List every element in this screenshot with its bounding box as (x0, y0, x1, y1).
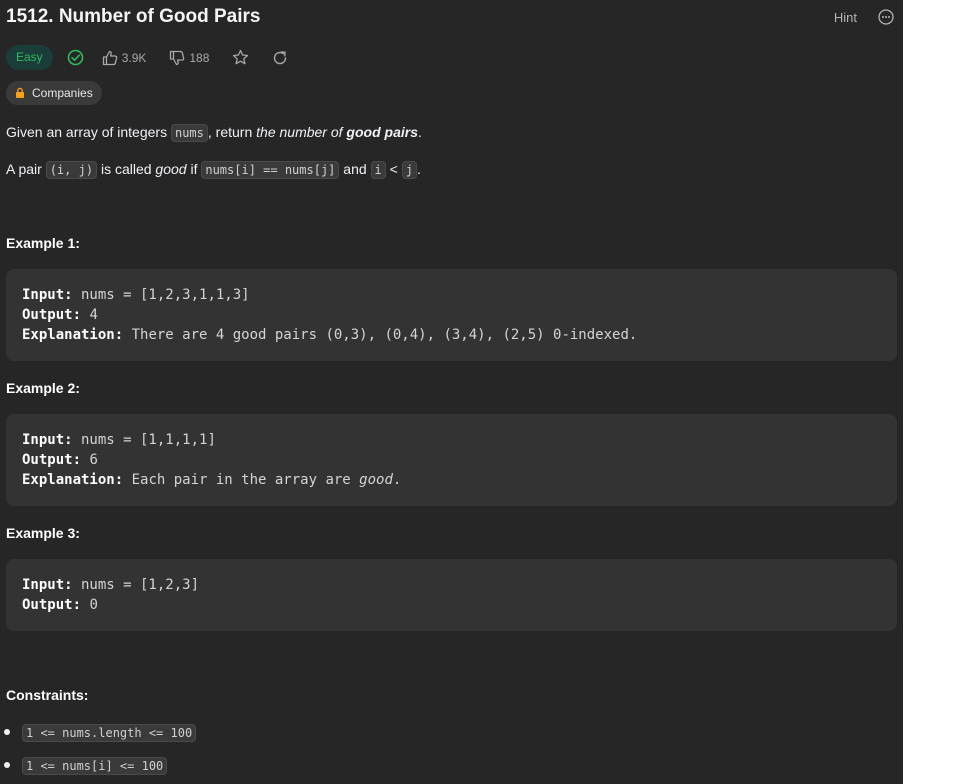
output-label: Output: (22, 452, 82, 468)
dislike-button[interactable]: 188 (169, 50, 209, 66)
inline-code: i (370, 161, 386, 179)
example-2-input: Input: nums = [1,1,1,1] (22, 432, 216, 448)
inline-code: nums[i] == nums[j] (201, 161, 340, 179)
hint-button[interactable]: Hint (834, 10, 857, 25)
output-value: 0 (81, 597, 98, 613)
example-1-input: Input: nums = [1,2,3,1,1,3] (22, 287, 250, 303)
dislikes-count: 188 (189, 50, 210, 65)
constraint-item: 1 <= nums.length <= 100 (22, 724, 197, 742)
explanation-emphasis: good (359, 472, 393, 488)
inline-code: nums (170, 124, 208, 142)
like-button[interactable]: 3.9K (102, 50, 147, 66)
input-label: Input: (22, 287, 73, 303)
description-line-1: Given an array of integers nums, return … (6, 124, 422, 142)
example-2-box: Input: nums = [1,1,1,1] Output: 6 Explan… (6, 414, 897, 506)
problem-description-panel: 1512. Number of Good Pairs Hint Easy 3.9… (0, 0, 903, 784)
output-label: Output: (22, 597, 82, 613)
description-text: . (417, 124, 422, 140)
constraint-item: 1 <= nums[i] <= 100 (22, 757, 168, 775)
constraint-code: 1 <= nums.length <= 100 (22, 724, 197, 742)
constraints-heading: Constraints: (6, 687, 89, 703)
example-2-output: Output: 6 (22, 452, 98, 468)
share-icon[interactable] (272, 50, 288, 66)
solved-check-icon (67, 49, 84, 66)
star-icon[interactable] (232, 49, 249, 66)
lock-icon (14, 87, 26, 99)
description-text: < (385, 161, 402, 177)
description-emphasis: the number of (256, 124, 347, 140)
problem-meta-bar: Easy 3.9K 188 (6, 45, 288, 70)
companies-label: Companies (32, 86, 93, 100)
explanation-end: . (392, 472, 402, 488)
example-2-explanation: Explanation: Each pair in the array are … (22, 472, 401, 488)
more-options-icon[interactable] (878, 9, 894, 25)
description-text: , return (207, 124, 257, 140)
example-3-heading: Example 3: (6, 525, 80, 541)
likes-count: 3.9K (121, 50, 147, 65)
description-text: if (186, 161, 202, 177)
difficulty-badge: Easy (6, 45, 53, 70)
explanation-value: There are 4 good pairs (0,3), (0,4), (3,… (123, 327, 638, 343)
explanation-label: Explanation: (22, 327, 124, 343)
example-1-heading: Example 1: (6, 235, 80, 251)
example-3-input: Input: nums = [1,2,3] (22, 577, 199, 593)
description-text: . (416, 161, 421, 177)
description-strong: good pairs (346, 124, 418, 140)
constraint-code: 1 <= nums[i] <= 100 (22, 757, 168, 775)
companies-button[interactable]: Companies (6, 81, 102, 105)
example-3-output: Output: 0 (22, 597, 98, 613)
example-2-heading: Example 2: (6, 380, 80, 396)
list-bullet (4, 762, 10, 768)
thumbs-up-icon (102, 50, 118, 66)
description-text: is called (97, 161, 156, 177)
example-1-box: Input: nums = [1,2,3,1,1,3] Output: 4 Ex… (6, 269, 897, 361)
example-1-output: Output: 4 (22, 307, 98, 323)
description-emphasis: good (155, 161, 187, 177)
description-text: A pair (6, 161, 46, 177)
explanation-label: Explanation: (22, 472, 124, 488)
input-value: nums = [1,1,1,1] (72, 432, 216, 448)
example-3-box: Input: nums = [1,2,3] Output: 0 (6, 559, 897, 631)
description-text: Given an array of integers (6, 124, 171, 140)
description-line-2: A pair (i, j) is called good if nums[i] … (6, 161, 421, 179)
input-label: Input: (22, 577, 73, 593)
problem-title[interactable]: 1512. Number of Good Pairs (6, 6, 260, 28)
inline-code: j (401, 161, 417, 179)
output-label: Output: (22, 307, 82, 323)
output-value: 4 (81, 307, 98, 323)
input-value: nums = [1,2,3] (72, 577, 200, 593)
input-label: Input: (22, 432, 73, 448)
example-1-explanation: Explanation: There are 4 good pairs (0,3… (22, 327, 637, 343)
output-value: 6 (81, 452, 98, 468)
explanation-value: Each pair in the array are (123, 472, 360, 488)
list-bullet (4, 729, 10, 735)
thumbs-down-icon (169, 50, 185, 66)
input-value: nums = [1,2,3,1,1,3] (72, 287, 250, 303)
description-text: and (339, 161, 371, 177)
inline-code: (i, j) (45, 161, 98, 179)
